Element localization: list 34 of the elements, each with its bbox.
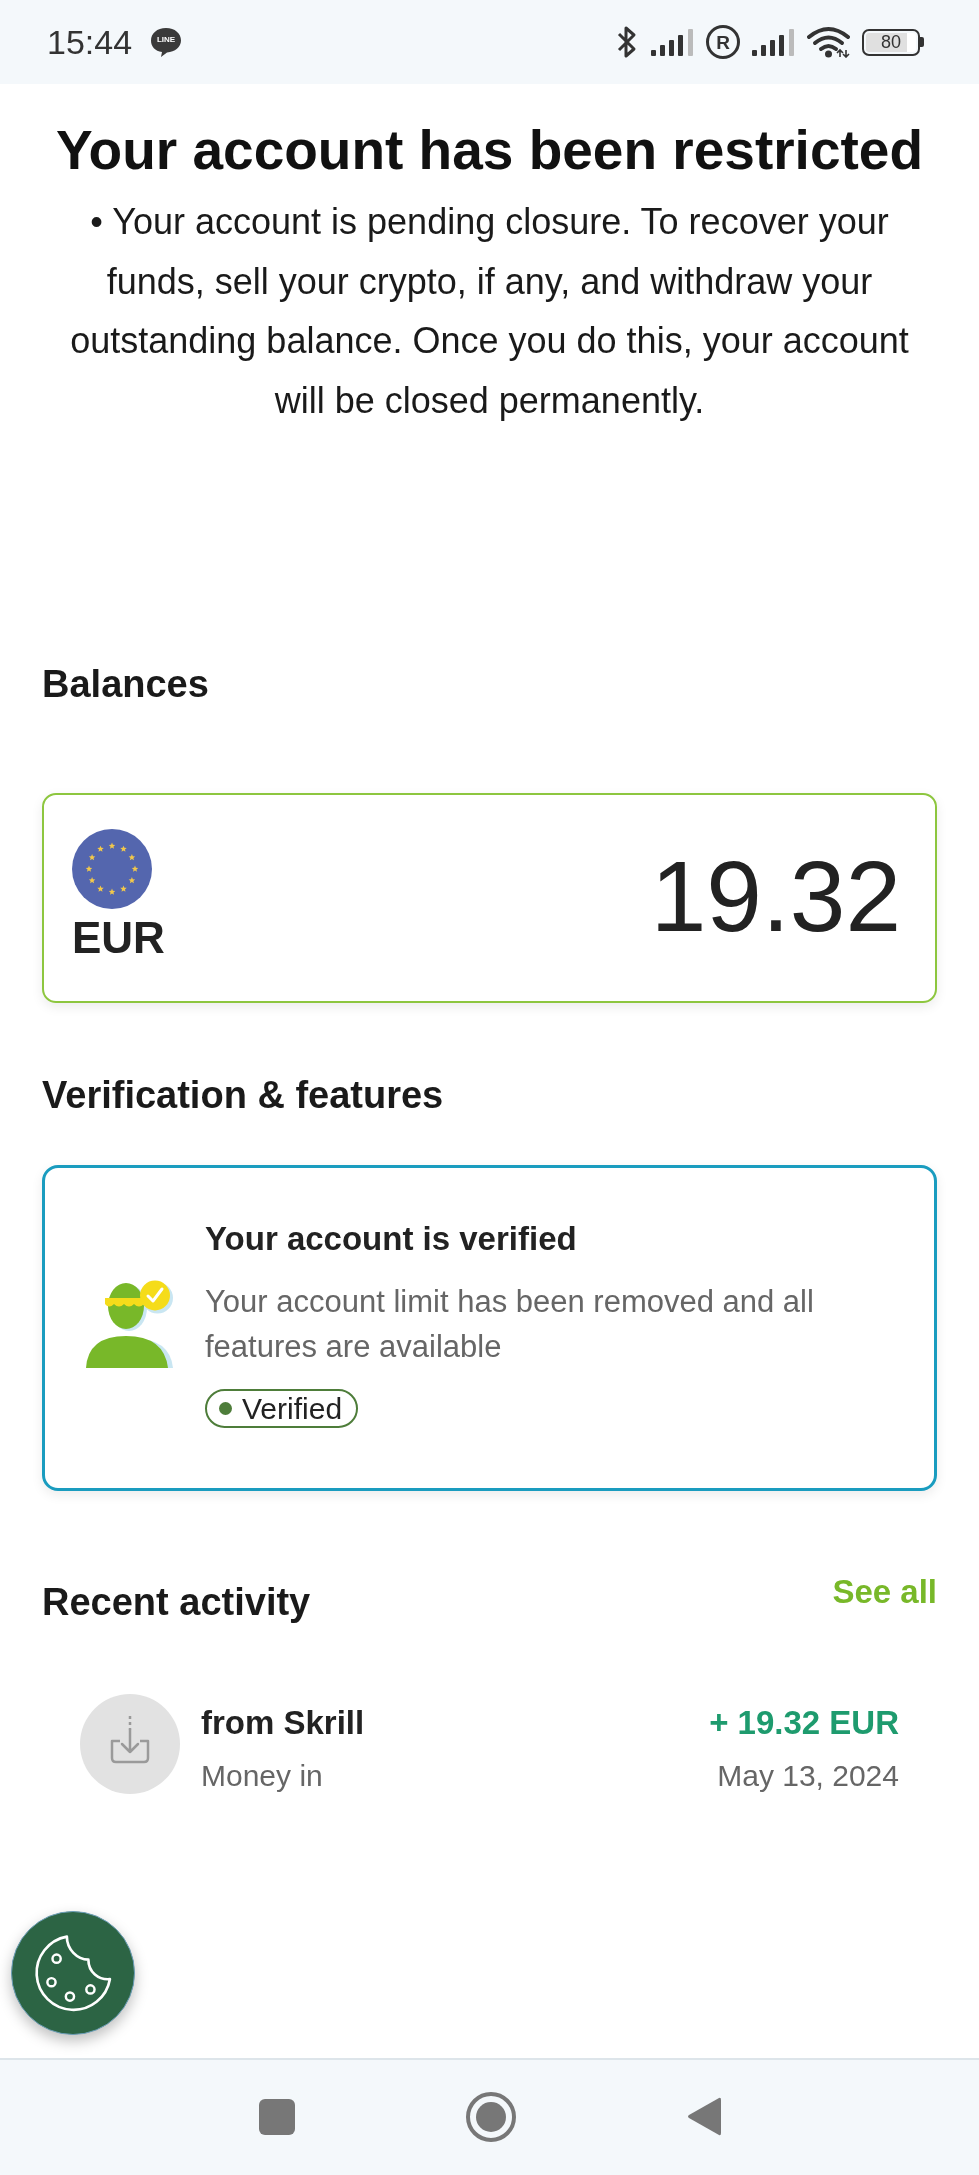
wifi-icon: [807, 26, 850, 58]
signal-icon: [752, 28, 795, 56]
square-icon: [258, 2098, 295, 2135]
transaction-title: from Skrill: [201, 1703, 365, 1743]
restriction-message: • Your account is pending closure. To recover your funds, sell your crypto, if any, and withdraw your outstanding balance. Once you do this, your account will be closed permanently.: [69, 200, 910, 423]
status-dot-icon: [219, 1402, 232, 1415]
back-icon: [686, 2096, 721, 2137]
restriction-title: Your account has been restricted: [55, 118, 924, 182]
status-time: 15:44: [47, 22, 133, 62]
home-button[interactable]: [465, 2091, 516, 2142]
eu-flag-icon: [72, 829, 152, 909]
verified-user-icon: [86, 1278, 174, 1368]
status-label: Verified: [242, 1391, 343, 1426]
signal-icon: [651, 28, 694, 56]
transaction-amount: + 19.32 EUR: [709, 1703, 899, 1743]
verification-description: Your account limit has been removed and all features are available: [205, 1283, 815, 1366]
section-heading: Verification & features: [42, 1073, 444, 1118]
transaction-type: Money in: [201, 1758, 324, 1794]
chat-bubble-badge: LINE: [150, 26, 183, 58]
download-icon: [80, 1694, 180, 1794]
balance-card[interactable]: EUR 19.32: [42, 793, 937, 1003]
home-icon: [465, 2091, 516, 2142]
balance-amount: 19.32: [650, 841, 901, 951]
transaction-date: May 13, 2024: [717, 1758, 899, 1794]
verification-title: Your account is verified: [205, 1219, 577, 1259]
roaming-indicator: R: [706, 25, 740, 59]
battery-indicator: 80: [862, 28, 924, 56]
cookie-icon: [32, 1932, 114, 2014]
currency-code: EUR: [72, 913, 165, 963]
recent-apps-button[interactable]: [258, 2098, 295, 2135]
section-heading: Balances: [42, 662, 209, 707]
cookie-button[interactable]: [11, 1911, 135, 2035]
back-button[interactable]: [686, 2096, 721, 2137]
section-heading: Recent activity: [42, 1580, 311, 1625]
